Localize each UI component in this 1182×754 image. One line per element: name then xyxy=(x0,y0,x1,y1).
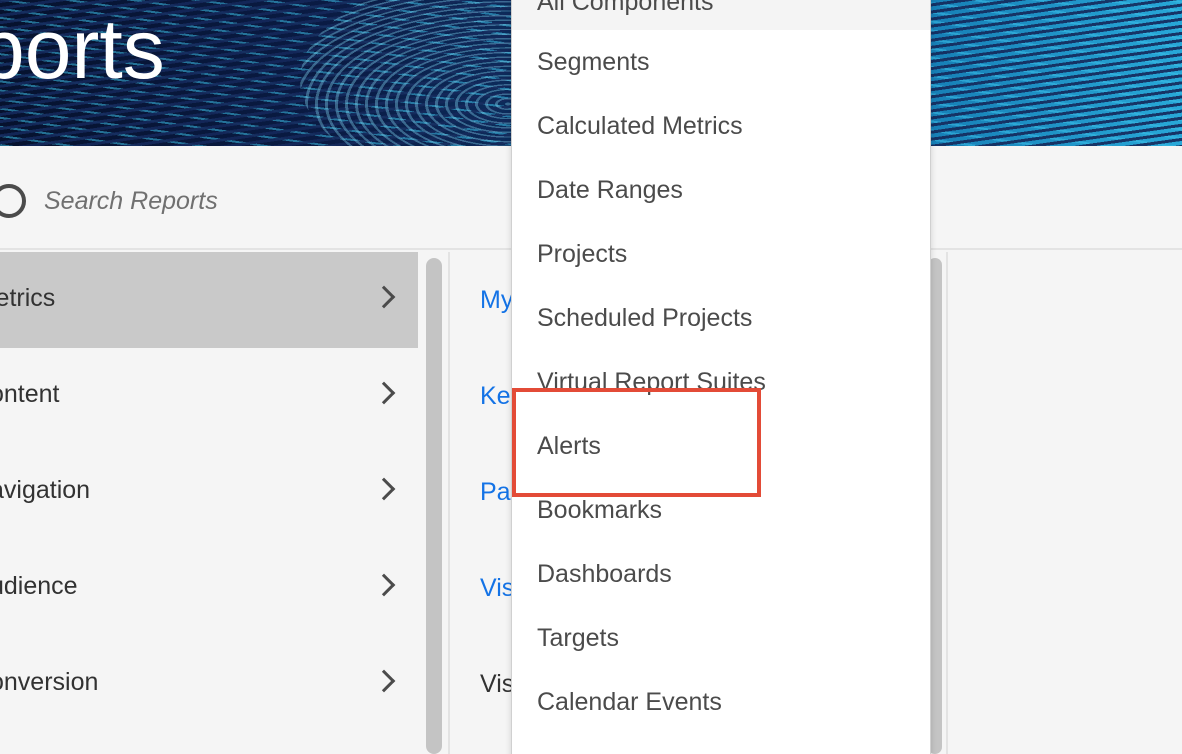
menu-item-targets[interactable]: Targets xyxy=(537,618,619,658)
category-scrollbar[interactable] xyxy=(426,258,442,754)
report-item: Vis xyxy=(480,670,515,698)
chevron-right-icon xyxy=(372,477,396,501)
chevron-right-icon xyxy=(372,381,396,405)
report-link[interactable]: Ke xyxy=(480,382,511,411)
category-list: letrics ontent avigation udience onversi… xyxy=(0,252,418,754)
components-dropdown-menu: All Components Segments Calculated Metri… xyxy=(511,0,931,754)
category-item-navigation[interactable]: avigation xyxy=(0,444,418,540)
category-item-content[interactable]: ontent xyxy=(0,348,418,444)
page-title: ports xyxy=(0,2,165,96)
menu-item-dashboards[interactable]: Dashboards xyxy=(537,554,672,594)
category-item-metrics[interactable]: letrics xyxy=(0,252,418,348)
category-label: letrics xyxy=(0,284,56,312)
category-item-conversion[interactable]: onversion xyxy=(0,636,418,732)
category-label: onversion xyxy=(0,668,99,696)
menu-item-calculated-metrics[interactable]: Calculated Metrics xyxy=(537,106,743,146)
annotation-highlight-box xyxy=(512,388,761,497)
menu-item-all-components[interactable]: All Components xyxy=(537,0,713,22)
menu-item-scheduled-projects[interactable]: Scheduled Projects xyxy=(537,298,752,338)
menu-item-projects[interactable]: Projects xyxy=(537,234,627,274)
category-label: udience xyxy=(0,572,78,600)
report-link[interactable]: Vis xyxy=(480,574,514,603)
menu-item-calendar-events[interactable]: Calendar Events xyxy=(537,682,722,722)
column-divider xyxy=(946,252,948,754)
category-item-audience[interactable]: udience xyxy=(0,540,418,636)
menu-item-segments[interactable]: Segments xyxy=(537,42,650,82)
page: ports letrics ontent avigation udience o… xyxy=(0,0,1182,754)
chevron-right-icon xyxy=(372,285,396,309)
category-label: ontent xyxy=(0,380,60,408)
report-link[interactable]: My xyxy=(480,286,513,315)
chevron-right-icon xyxy=(372,669,396,693)
menu-item-date-ranges[interactable]: Date Ranges xyxy=(537,170,683,210)
category-label: avigation xyxy=(0,476,91,504)
chevron-right-icon xyxy=(372,573,396,597)
search-icon xyxy=(0,184,26,218)
search-input[interactable] xyxy=(44,182,484,220)
